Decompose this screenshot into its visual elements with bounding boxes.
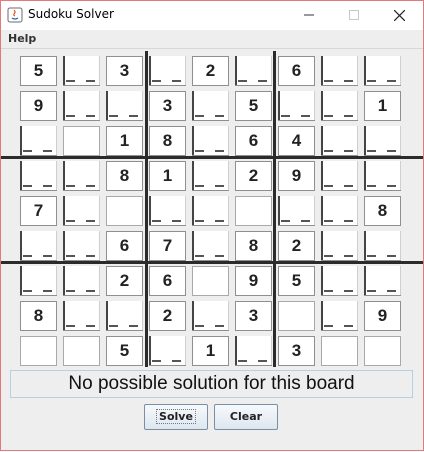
sudoku-cell[interactable]: 4	[278, 126, 315, 156]
sudoku-cell[interactable]	[192, 196, 229, 226]
sudoku-cell[interactable]	[364, 231, 401, 261]
sudoku-cell[interactable]	[321, 301, 358, 331]
sudoku-cell[interactable]: 7	[20, 196, 57, 226]
sudoku-cell[interactable]	[364, 56, 401, 86]
sudoku-cell[interactable]: 9	[278, 161, 315, 191]
sudoku-cell[interactable]: 2	[106, 266, 143, 296]
sudoku-cell[interactable]: 2	[149, 301, 186, 331]
box-divider-vertical	[273, 51, 276, 367]
sudoku-cell[interactable]	[278, 301, 315, 331]
sudoku-cell[interactable]	[63, 91, 100, 121]
solve-button[interactable]: Solve	[144, 404, 208, 430]
sudoku-cell[interactable]: 1	[364, 91, 401, 121]
sudoku-cell[interactable]	[321, 91, 358, 121]
sudoku-cell[interactable]: 9	[364, 301, 401, 331]
sudoku-cell[interactable]: 9	[20, 91, 57, 121]
sudoku-cell[interactable]: 5	[235, 91, 272, 121]
sudoku-cell[interactable]: 8	[20, 301, 57, 331]
clear-button[interactable]: Clear	[214, 404, 278, 430]
sudoku-cell[interactable]	[63, 301, 100, 331]
sudoku-cell[interactable]	[192, 126, 229, 156]
sudoku-cell[interactable]	[63, 336, 100, 366]
sudoku-cell[interactable]	[192, 266, 229, 296]
status-message: No possible solution for this board	[10, 370, 413, 398]
sudoku-cell[interactable]	[235, 336, 272, 366]
box-divider-horizontal	[1, 156, 423, 159]
sudoku-cell[interactable]	[321, 336, 358, 366]
sudoku-cell[interactable]: 8	[106, 161, 143, 191]
sudoku-cell[interactable]	[63, 266, 100, 296]
sudoku-cell[interactable]	[149, 196, 186, 226]
sudoku-cell[interactable]: 6	[278, 56, 315, 86]
box-divider-horizontal	[1, 261, 423, 264]
sudoku-cell[interactable]	[106, 196, 143, 226]
sudoku-cell[interactable]	[20, 126, 57, 156]
sudoku-cell[interactable]: 6	[235, 126, 272, 156]
sudoku-cell[interactable]	[192, 301, 229, 331]
sudoku-cell[interactable]	[20, 161, 57, 191]
sudoku-cell[interactable]	[364, 266, 401, 296]
sudoku-cell[interactable]	[321, 161, 358, 191]
sudoku-cell[interactable]: 3	[149, 91, 186, 121]
sudoku-cell[interactable]: 8	[149, 126, 186, 156]
clear-button-label: Clear	[229, 410, 263, 423]
sudoku-cell[interactable]	[106, 301, 143, 331]
sudoku-cell[interactable]	[321, 56, 358, 86]
sudoku-cell[interactable]	[106, 91, 143, 121]
sudoku-cell[interactable]: 5	[278, 266, 315, 296]
sudoku-cell[interactable]	[63, 161, 100, 191]
sudoku-cell[interactable]	[278, 91, 315, 121]
sudoku-cell[interactable]	[192, 91, 229, 121]
sudoku-cell[interactable]: 5	[20, 56, 57, 86]
sudoku-cell[interactable]: 2	[235, 161, 272, 191]
sudoku-cell[interactable]: 5	[106, 336, 143, 366]
sudoku-cell[interactable]: 7	[149, 231, 186, 261]
solve-button-label: Solve	[156, 409, 196, 424]
sudoku-cell[interactable]	[278, 196, 315, 226]
sudoku-cell[interactable]	[192, 231, 229, 261]
sudoku-cell[interactable]	[20, 336, 57, 366]
sudoku-cell[interactable]: 2	[278, 231, 315, 261]
sudoku-cell[interactable]	[235, 196, 272, 226]
sudoku-cell[interactable]: 9	[235, 266, 272, 296]
sudoku-cell[interactable]: 3	[235, 301, 272, 331]
sudoku-cell[interactable]	[321, 196, 358, 226]
sudoku-cell[interactable]	[63, 231, 100, 261]
sudoku-cell[interactable]: 2	[192, 56, 229, 86]
app-window: Sudoku Solver Help 532693511864812978678…	[0, 0, 424, 451]
sudoku-cell[interactable]	[235, 56, 272, 86]
sudoku-cell[interactable]: 6	[106, 231, 143, 261]
sudoku-cell[interactable]	[321, 231, 358, 261]
sudoku-cell[interactable]: 6	[149, 266, 186, 296]
sudoku-cell[interactable]	[20, 231, 57, 261]
sudoku-cell[interactable]	[364, 336, 401, 366]
sudoku-cell[interactable]	[149, 336, 186, 366]
box-divider-vertical	[145, 51, 148, 367]
sudoku-cell[interactable]: 3	[278, 336, 315, 366]
sudoku-cell[interactable]	[20, 266, 57, 296]
sudoku-cell[interactable]	[364, 161, 401, 191]
sudoku-cell[interactable]	[63, 196, 100, 226]
sudoku-cell[interactable]: 1	[149, 161, 186, 191]
sudoku-cell[interactable]: 1	[106, 126, 143, 156]
sudoku-cell[interactable]: 1	[192, 336, 229, 366]
sudoku-cell[interactable]	[63, 56, 100, 86]
sudoku-cell[interactable]: 3	[106, 56, 143, 86]
sudoku-cell[interactable]	[364, 126, 401, 156]
sudoku-cell[interactable]	[321, 126, 358, 156]
sudoku-cell[interactable]	[321, 266, 358, 296]
sudoku-cell[interactable]: 8	[364, 196, 401, 226]
sudoku-cell[interactable]	[149, 56, 186, 86]
sudoku-cell[interactable]	[192, 161, 229, 191]
sudoku-cell[interactable]: 8	[235, 231, 272, 261]
sudoku-cell[interactable]	[63, 126, 100, 156]
